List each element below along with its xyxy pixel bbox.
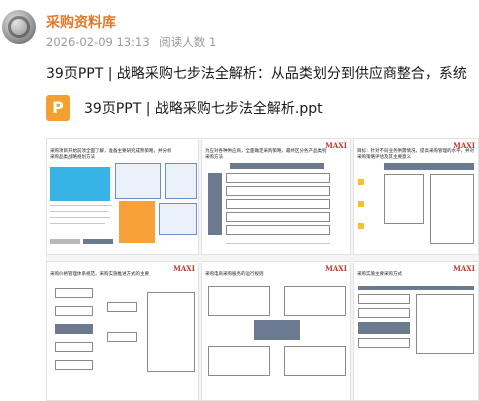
slide-6-row bbox=[358, 308, 410, 318]
slide-4-node bbox=[55, 342, 93, 352]
slide-1-block bbox=[50, 167, 110, 201]
slide-thumbnail-2[interactable]: MAXI 为应对各种供应商，全面确定采购策略，最终区分各产品类别 采购方法 bbox=[201, 138, 351, 255]
slide-1-line bbox=[50, 205, 112, 206]
slide-thumbnail-1[interactable]: 采购项目开始前须全面了解，准备主要研究成熟策略，并分析 采购品类战略规划方法 bbox=[46, 138, 199, 255]
slide-3-bullet bbox=[358, 201, 364, 207]
slide-4-node bbox=[55, 324, 93, 334]
reader-count: 阅读人数 1 bbox=[159, 35, 217, 49]
post-header: 采购资料库 2026-02-09 13:13 阅读人数 1 bbox=[0, 0, 479, 54]
slide-6-panel bbox=[416, 294, 474, 354]
slide-1-line bbox=[50, 217, 110, 218]
slide-2-side-bar bbox=[208, 173, 222, 235]
slide-2-row bbox=[226, 186, 330, 196]
slide-1-title: 采购项目开始前须全面了解，准备主要研究成熟策略，并分析 采购品类战略规划方法 bbox=[50, 149, 172, 160]
slide-3-panel bbox=[430, 174, 474, 244]
slides-preview[interactable]: 采购项目开始前须全面了解，准备主要研究成熟策略，并分析 采购品类战略规划方法 MA… bbox=[46, 138, 479, 401]
slide-1-line bbox=[50, 223, 105, 224]
slide-2-title: 为应对各种供应商，全面确定采购策略，最终区分各产品类别 采购方法 bbox=[205, 149, 327, 160]
slide-3-title: 目标：针对不同业务供需情况，提高采购管理的水平，并对 采购策略评估及其主要意义 bbox=[357, 149, 474, 160]
slide-5-panel bbox=[284, 346, 346, 376]
slide-6-row bbox=[358, 338, 410, 348]
slide-1-legend bbox=[50, 239, 80, 244]
slide-1-block bbox=[159, 203, 197, 235]
slide-thumbnail-5[interactable]: MAXI 采购电商采购服务的运行规则 bbox=[201, 261, 351, 401]
slide-thumbnail-3[interactable]: MAXI 目标：针对不同业务供需情况，提高采购管理的水平，并对 采购策略评估及其主… bbox=[353, 138, 479, 255]
slide-3-bullet bbox=[358, 223, 364, 229]
slide-6-row bbox=[358, 322, 410, 334]
slide-1-line bbox=[50, 211, 108, 212]
slide-logo: MAXI bbox=[453, 264, 475, 273]
post-title: 39页PPT | 战略采购七步法全解析：从品类划分到供应商整合，系统 bbox=[46, 66, 467, 82]
post-meta: 2026-02-09 13:13 阅读人数 1 bbox=[46, 34, 222, 50]
channel-name[interactable]: 采购资料库 bbox=[46, 12, 116, 32]
slide-5-panel bbox=[208, 286, 270, 316]
slide-2-row bbox=[226, 212, 330, 222]
slide-2-header-bar bbox=[230, 163, 324, 169]
slide-logo: MAXI bbox=[325, 264, 347, 273]
slide-thumbnail-6[interactable]: MAXI 采购实施主要采购方式 bbox=[353, 261, 479, 401]
slide-6-row bbox=[358, 294, 410, 304]
slide-1-block bbox=[165, 163, 197, 199]
slide-5-title: 采购电商采购服务的运行规则 bbox=[205, 272, 264, 277]
slide-5-panel bbox=[284, 286, 346, 316]
slide-4-title: 采购价格管理体系规范，采购实施推进方式的主要 bbox=[50, 272, 149, 277]
slide-4-node bbox=[107, 332, 137, 342]
slide-3-panel bbox=[384, 174, 424, 224]
channel-avatar[interactable] bbox=[2, 10, 36, 44]
slide-1-legend bbox=[83, 239, 113, 244]
slide-thumbnail-4[interactable]: MAXI 采购价格管理体系规范，采购实施推进方式的主要 bbox=[46, 261, 199, 401]
slide-6-header-bar bbox=[358, 286, 474, 290]
slide-4-panel bbox=[147, 292, 195, 372]
slide-4-node bbox=[55, 360, 93, 370]
slide-3-bullet bbox=[358, 179, 364, 185]
slide-3-header-bar bbox=[384, 163, 474, 170]
slide-4-node bbox=[55, 288, 93, 298]
slide-1-block bbox=[119, 201, 155, 243]
file-attachment[interactable]: P 39页PPT | 战略采购七步法全解析.ppt bbox=[46, 94, 466, 122]
file-name[interactable]: 39页PPT | 战略采购七步法全解析.ppt bbox=[84, 98, 323, 118]
slide-2-line bbox=[226, 243, 330, 244]
slide-2-row bbox=[226, 225, 330, 235]
slide-6-title: 采购实施主要采购方式 bbox=[357, 272, 402, 277]
slide-5-panel bbox=[208, 346, 270, 376]
slide-4-node bbox=[55, 306, 93, 316]
slide-2-row bbox=[226, 199, 330, 209]
slide-1-block bbox=[115, 163, 161, 199]
slide-2-row bbox=[226, 173, 330, 183]
slide-5-center bbox=[254, 320, 300, 340]
slide-logo: MAXI bbox=[325, 141, 347, 150]
slide-logo: MAXI bbox=[173, 264, 195, 273]
slide-4-node bbox=[107, 302, 137, 312]
post-date: 2026-02-09 13:13 bbox=[46, 35, 150, 49]
powerpoint-file-icon: P bbox=[46, 95, 70, 121]
